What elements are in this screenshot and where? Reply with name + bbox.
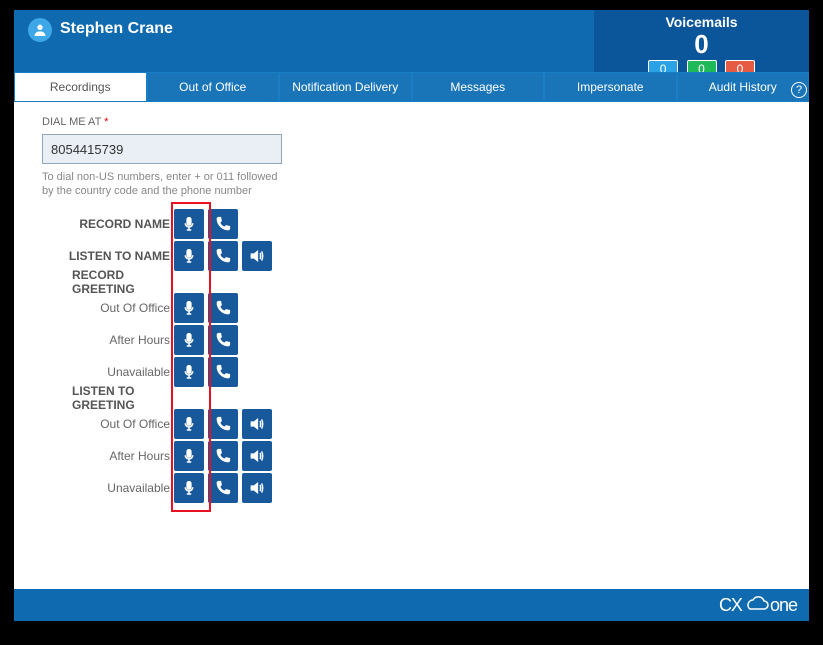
- brand-logo: CX one: [719, 595, 797, 616]
- microphone-icon[interactable]: [174, 473, 204, 503]
- speaker-icon[interactable]: [242, 241, 272, 271]
- user-name: Stephen Crane: [60, 20, 173, 38]
- dial-input[interactable]: [42, 134, 282, 164]
- tab-audit-history[interactable]: Audit History: [677, 72, 810, 102]
- phone-icon[interactable]: [208, 241, 238, 271]
- row-label-rg-ah: After Hours: [42, 333, 174, 347]
- phone-icon[interactable]: [208, 473, 238, 503]
- header: Stephen Crane Voicemails 0 0 0 0 Recordi…: [14, 10, 809, 102]
- section-record-greeting: RECORD GREETING: [42, 272, 174, 292]
- tab-out-of-office[interactable]: Out of Office: [147, 72, 280, 102]
- content-area: DIAL ME AT * To dial non-US numbers, ent…: [14, 102, 809, 590]
- dial-label: DIAL ME AT *: [42, 116, 789, 128]
- row-label-rg-un: Unavailable: [42, 365, 174, 379]
- brand-prefix: CX: [719, 595, 742, 615]
- dial-hint: To dial non-US numbers, enter + or 011 f…: [42, 170, 292, 198]
- row-label-rg-ooo: Out Of Office: [42, 301, 174, 315]
- phone-icon[interactable]: [208, 209, 238, 239]
- tab-impersonate[interactable]: Impersonate: [544, 72, 677, 102]
- phone-icon[interactable]: [208, 293, 238, 323]
- tab-messages[interactable]: Messages: [412, 72, 545, 102]
- microphone-icon[interactable]: [174, 293, 204, 323]
- row-label-lg-un: Unavailable: [42, 481, 174, 495]
- microphone-icon[interactable]: [174, 409, 204, 439]
- speaker-icon[interactable]: [242, 473, 272, 503]
- avatar: [28, 18, 52, 42]
- tab-recordings[interactable]: Recordings: [14, 72, 147, 102]
- voicemails-label: Voicemails: [594, 14, 809, 30]
- microphone-icon[interactable]: [174, 209, 204, 239]
- microphone-icon[interactable]: [174, 325, 204, 355]
- microphone-icon[interactable]: [174, 441, 204, 471]
- tab-bar: Recordings Out of Office Notification De…: [14, 72, 809, 102]
- help-icon[interactable]: ?: [791, 82, 807, 98]
- cloud-icon: [742, 595, 770, 616]
- row-label-lg-ooo: Out Of Office: [42, 417, 174, 431]
- row-label-record-name: RECORD NAME: [42, 217, 174, 231]
- voicemails-count: 0: [594, 30, 809, 58]
- speaker-icon[interactable]: [242, 409, 272, 439]
- microphone-icon[interactable]: [174, 357, 204, 387]
- footer: CX one: [14, 589, 809, 621]
- dial-label-text: DIAL ME AT: [42, 116, 101, 128]
- phone-icon[interactable]: [208, 441, 238, 471]
- phone-icon[interactable]: [208, 357, 238, 387]
- phone-icon[interactable]: [208, 409, 238, 439]
- microphone-icon[interactable]: [174, 241, 204, 271]
- row-label-listen-name: LISTEN TO NAME: [42, 249, 174, 263]
- phone-icon[interactable]: [208, 325, 238, 355]
- brand-suffix: one: [770, 595, 797, 615]
- speaker-icon[interactable]: [242, 441, 272, 471]
- row-label-lg-ah: After Hours: [42, 449, 174, 463]
- required-mark: *: [104, 116, 108, 128]
- section-listen-greeting: LISTEN TO GREETING: [42, 388, 174, 408]
- tab-notification-delivery[interactable]: Notification Delivery: [279, 72, 412, 102]
